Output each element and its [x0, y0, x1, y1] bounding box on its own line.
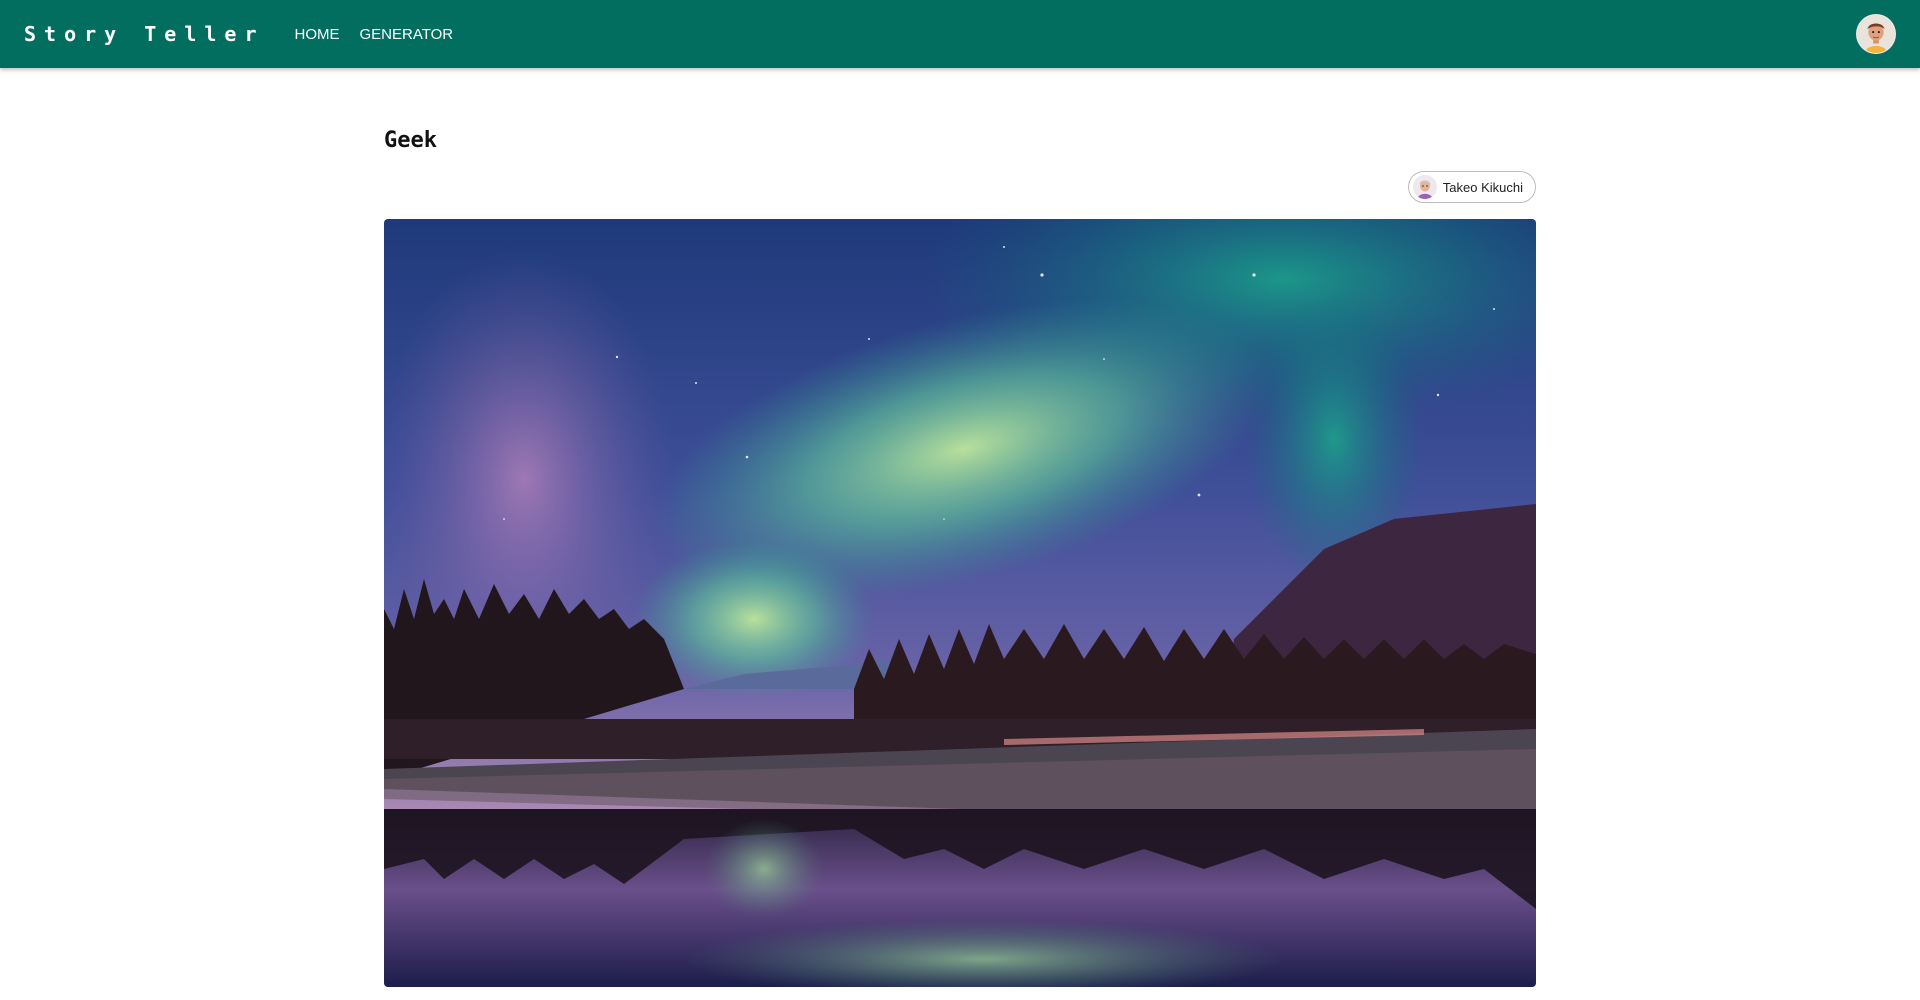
author-avatar-icon: [1412, 175, 1437, 199]
nav-generator-link[interactable]: GENERATOR: [350, 20, 464, 49]
author-row: Takeo Kikuchi: [384, 171, 1536, 203]
app-bar: Story Teller HOME GENERATOR: [0, 0, 1920, 68]
story-title: Geek: [384, 128, 437, 153]
nav-home-link[interactable]: HOME: [285, 20, 350, 49]
author-chip[interactable]: Takeo Kikuchi: [1407, 171, 1536, 203]
user-avatar-illustration: [1857, 15, 1895, 53]
author-name: Takeo Kikuchi: [1442, 179, 1523, 195]
story-page: Geek Takeo Kikuchi: [384, 68, 1536, 987]
brand-logo[interactable]: Story Teller: [24, 22, 265, 46]
story-image: [384, 219, 1536, 987]
author-avatar-illustration: [1412, 175, 1437, 199]
user-avatar-icon[interactable]: [1856, 14, 1896, 54]
